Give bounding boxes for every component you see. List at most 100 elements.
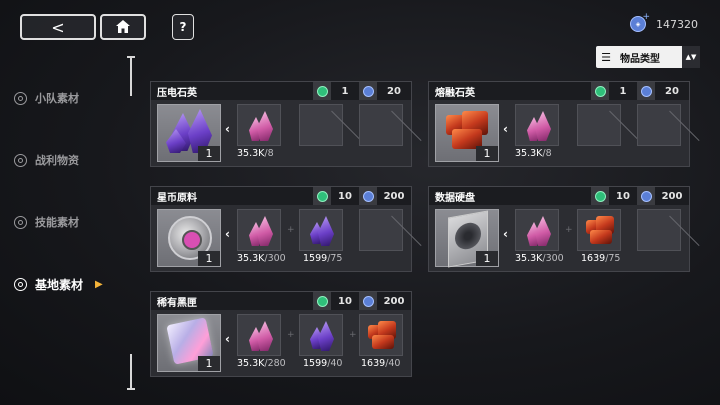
craft-arrow-icon: ‹ [225, 122, 230, 136]
product-count: 1 [476, 146, 498, 161]
material-amount: 35.3K/8 [237, 148, 274, 159]
sidebar-item-loot[interactable]: 战利物资 [14, 152, 79, 168]
product-slot[interactable]: 1 [157, 209, 221, 267]
sidebar-item-label: 技能素材 [35, 216, 79, 229]
material-amount: 1599/40 [303, 358, 343, 369]
help-button[interactable]: ? [172, 14, 194, 40]
stat-blue: 200 [359, 292, 411, 310]
product-slot[interactable]: 1 [157, 104, 221, 162]
stat-blue: 20 [637, 82, 689, 100]
material-slot[interactable] [299, 209, 343, 251]
stat-green: 10 [313, 187, 359, 205]
add-currency-icon[interactable]: + [642, 12, 650, 22]
stat-value: 10 [338, 190, 352, 202]
stat-green: 1 [591, 82, 637, 100]
product-count: 1 [198, 356, 220, 371]
material-amount: 35.3K/280 [237, 358, 286, 369]
green-token-icon [591, 82, 609, 100]
active-arrow-icon: ▶ [95, 279, 103, 290]
stat-blue: 20 [359, 82, 411, 100]
craft-arrow-icon: ‹ [503, 227, 508, 241]
sort-dropdown[interactable]: ☰ 物品类型 ▲▼ [596, 46, 700, 68]
craft-card[interactable]: 星币原料 10 200 1 ‹ 35.3K/300 + 1599/75 [150, 186, 412, 272]
card-header: 数据硬盘 10 200 [429, 187, 689, 205]
sidebar-item-label: 基地素材 [35, 278, 84, 292]
sidebar-item-squad-materials[interactable]: 小队素材 [14, 90, 79, 106]
material-slot-empty [359, 104, 403, 146]
card-title: 数据硬盘 [435, 192, 475, 204]
pink-crystal-icon [245, 321, 273, 351]
card-title: 熔融石英 [435, 87, 475, 99]
card-header: 压电石英 1 20 [151, 82, 411, 100]
red-rock-icon [584, 216, 614, 244]
rail-tick [127, 388, 135, 390]
stat-blue: 200 [359, 187, 411, 205]
material-slot[interactable] [237, 209, 281, 251]
material-amount: 35.3K/300 [515, 253, 564, 264]
material-slot[interactable] [299, 314, 343, 356]
home-icon [116, 18, 130, 37]
stat-green: 10 [591, 187, 637, 205]
material-amount: 35.3K/8 [515, 148, 552, 159]
crystal-coin-icon [359, 82, 377, 100]
stat-value: 1 [619, 85, 627, 97]
pink-crystal-icon [523, 216, 551, 246]
stat-value: 1 [341, 85, 349, 97]
plus-icon: + [349, 330, 357, 340]
rail-tick [127, 56, 135, 58]
card-title: 压电石英 [157, 87, 197, 99]
craft-card[interactable]: 熔融石英 1 20 1 ‹ 35.3K/8 [428, 81, 690, 167]
sort-toggle-icon[interactable]: ▲▼ [682, 46, 700, 68]
crystal-coin-icon [359, 187, 377, 205]
craft-arrow-icon: ‹ [225, 332, 230, 346]
craft-card[interactable]: 数据硬盘 10 200 1 ‹ 35.3K/300 + 1639/75 [428, 186, 690, 272]
help-icon: ? [179, 20, 187, 34]
material-slot[interactable] [359, 314, 403, 356]
green-token-icon [313, 82, 331, 100]
stat-value: 20 [665, 85, 679, 97]
craft-card[interactable]: 稀有黑匣 10 200 1 ‹ 35.3K/280 + 1599/40 + 16… [150, 291, 412, 377]
plus-icon: + [565, 225, 573, 235]
material-slot[interactable] [515, 104, 559, 146]
currency-display[interactable]: ◈ + 147320 [630, 12, 698, 32]
stat-green: 10 [313, 292, 359, 310]
crystal-coin-icon [637, 82, 655, 100]
material-slot[interactable] [237, 314, 281, 356]
material-slot-empty [299, 104, 343, 146]
sidebar-item-label: 战利物资 [35, 154, 79, 167]
green-token-icon [313, 292, 331, 310]
craft-arrow-icon: ‹ [503, 122, 508, 136]
pink-crystal-icon [245, 216, 273, 246]
material-slot-empty [359, 209, 403, 251]
material-slot[interactable] [515, 209, 559, 251]
sidebar-item-skill-materials[interactable]: 技能素材 [14, 214, 79, 230]
home-button[interactable] [100, 14, 146, 40]
card-title: 稀有黑匣 [157, 297, 197, 309]
card-header: 星币原料 10 200 [151, 187, 411, 205]
plus-icon: + [287, 225, 295, 235]
craft-card[interactable]: 压电石英 1 20 1 ‹ 35.3K/8 [150, 81, 412, 167]
currency-value: 147320 [656, 17, 698, 31]
stat-value: 10 [616, 190, 630, 202]
product-slot[interactable]: 1 [435, 209, 499, 268]
stat-value: 20 [387, 85, 401, 97]
crystal-coin-icon [359, 292, 377, 310]
target-icon [14, 278, 27, 291]
list-sort-icon: ☰ [601, 50, 611, 64]
material-amount: 1599/75 [303, 253, 343, 264]
purple-crystal-icon [308, 216, 334, 246]
sidebar-item-base-materials[interactable]: 基地素材 ▶ [14, 276, 103, 293]
card-header: 熔融石英 1 20 [429, 82, 689, 100]
back-button[interactable]: < [20, 14, 96, 40]
pink-crystal-icon [523, 111, 551, 141]
stat-blue: 200 [637, 187, 689, 205]
product-slot[interactable]: 1 [435, 104, 499, 162]
material-amount: 1639/75 [581, 253, 621, 264]
stat-value: 10 [338, 295, 352, 307]
card-header: 稀有黑匣 10 200 [151, 292, 411, 310]
material-slot[interactable] [577, 209, 621, 251]
product-slot[interactable]: 1 [157, 314, 221, 372]
material-slot[interactable] [237, 104, 281, 146]
craft-arrow-icon: ‹ [225, 227, 230, 241]
pink-crystal-icon [245, 111, 273, 141]
